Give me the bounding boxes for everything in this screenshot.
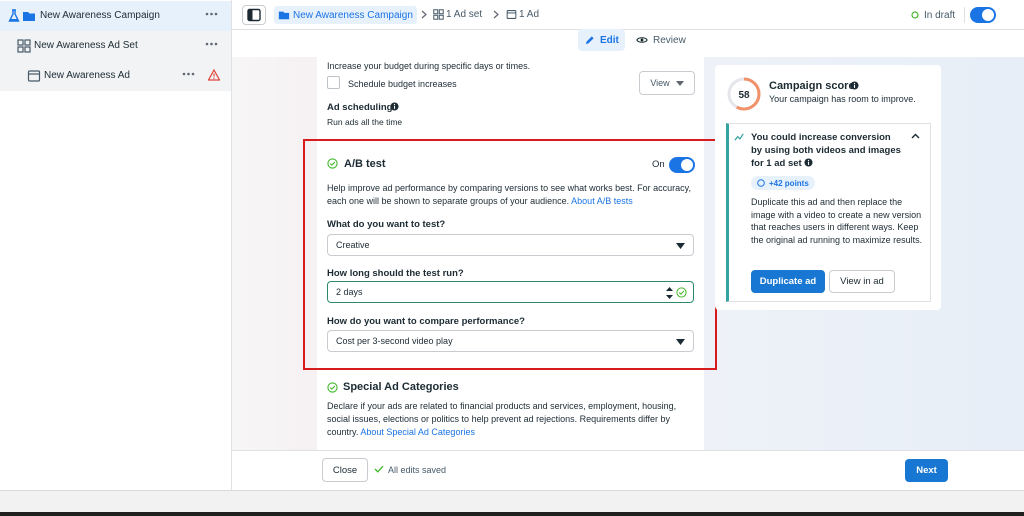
campaign-score-subtitle: Your campaign has room to improve. (769, 94, 916, 104)
chevron-up-icon[interactable] (911, 133, 920, 139)
toggle-panel-button[interactable] (242, 5, 266, 25)
trend-icon (734, 133, 744, 141)
ab-test-title: A/B test (344, 158, 386, 170)
ab-test-toggle[interactable] (669, 157, 695, 173)
compare-performance-select[interactable]: Cost per 3-second video play (327, 330, 694, 352)
recommendation-title: You could increase conversion by using b… (751, 132, 901, 169)
budget-description: Increase your budget during specific day… (327, 61, 531, 71)
tab-review-label: Review (653, 34, 686, 46)
folder-icon (23, 12, 35, 21)
ab-test-description-block: Help improve ad performance by comparing… (327, 182, 692, 208)
ad-icon (27, 70, 41, 82)
schedule-budget-label: Schedule budget increases (348, 79, 457, 89)
ab-test-toggle-label: On (652, 159, 665, 170)
grid-icon (17, 39, 31, 53)
special-categories-description-block: Declare if your ads are related to finan… (327, 400, 687, 439)
tree-item-campaign[interactable]: New Awareness Campaign (0, 1, 231, 31)
folder-icon (278, 11, 290, 20)
more-options-icon[interactable] (205, 11, 218, 17)
check-circle-icon (327, 382, 338, 393)
chevron-right-icon (493, 10, 499, 19)
grid-icon (433, 9, 444, 20)
ad-scheduling-value: Run ads all the time (327, 117, 403, 127)
draft-status-icon (911, 11, 919, 19)
tab-edit[interactable]: Edit (578, 29, 625, 51)
close-button[interactable]: Close (322, 458, 368, 482)
tree-item-adset[interactable]: New Awareness Ad Set (0, 31, 231, 61)
check-circle-icon (327, 158, 338, 169)
recommendation-title-block: You could increase conversion by using b… (751, 131, 901, 170)
checkmark-icon (374, 465, 384, 473)
ad-scheduling-title: Ad scheduling (327, 102, 393, 113)
check-circle-icon (676, 287, 687, 298)
tree-item-ad-label: New Awareness Ad (44, 70, 130, 81)
test-variable-select[interactable]: Creative (327, 234, 694, 256)
tree-item-ad[interactable]: New Awareness Ad (0, 61, 231, 91)
divider (964, 7, 965, 23)
more-options-icon[interactable] (182, 71, 195, 77)
view-dropdown-label: View (650, 78, 670, 88)
campaign-on-off-toggle[interactable] (970, 7, 996, 23)
points-badge-text: +42 points (769, 178, 809, 188)
window-bottom-strip (0, 490, 1024, 516)
breadcrumb-campaign[interactable]: New Awareness Campaign (274, 6, 417, 24)
sidebar-panel-icon (247, 8, 261, 22)
tree-item-adset-label: New Awareness Ad Set (34, 40, 138, 51)
ad-icon (506, 10, 517, 19)
info-icon[interactable] (390, 102, 399, 111)
about-ab-tests-link[interactable]: About A/B tests (571, 196, 633, 206)
pencil-icon (585, 35, 594, 44)
points-badge: +42 points (751, 176, 815, 190)
special-categories-title: Special Ad Categories (343, 381, 459, 393)
more-options-icon[interactable] (205, 41, 218, 47)
caret-down-icon (676, 339, 685, 345)
compare-performance-value: Cost per 3-second video play (336, 336, 453, 346)
duplicate-ad-button[interactable]: Duplicate ad (751, 270, 825, 293)
campaign-score-title: Campaign score (769, 80, 855, 92)
chevron-right-icon (421, 10, 427, 19)
info-icon[interactable] (804, 158, 813, 167)
tab-edit-label: Edit (600, 34, 619, 46)
caret-down-icon (676, 243, 685, 249)
about-special-categories-link[interactable]: About Special Ad Categories (360, 427, 475, 437)
taskbar-edge (0, 512, 1024, 516)
campaign-tree-sidebar: New Awareness Campaign New Awareness Ad … (0, 0, 232, 490)
view-in-ad-button[interactable]: View in ad (829, 270, 895, 293)
stepper-icon[interactable] (666, 286, 673, 300)
test-variable-value: Creative (336, 240, 370, 250)
warning-icon (208, 69, 220, 81)
compare-performance-label: How do you want to compare performance? (327, 316, 525, 327)
draft-status-text: In draft (924, 10, 956, 21)
score-gauge: 58 (727, 77, 761, 111)
test-variable-label: What do you want to test? (327, 219, 446, 230)
breadcrumb-campaign-label: New Awareness Campaign (293, 9, 413, 21)
save-status-text: All edits saved (388, 465, 447, 475)
schedule-budget-checkbox[interactable] (327, 76, 340, 89)
next-button[interactable]: Next (905, 459, 948, 482)
test-duration-input[interactable]: 2 days (327, 281, 694, 303)
caret-down-icon (675, 80, 684, 86)
score-value: 58 (738, 90, 750, 101)
tab-review[interactable]: Review (636, 29, 686, 51)
test-duration-label: How long should the test run? (327, 268, 464, 279)
view-dropdown-button[interactable]: View (639, 71, 695, 95)
recommendation-body: Duplicate this ad and then replace the i… (751, 197, 923, 245)
breadcrumb-ad[interactable]: 1 Ad (519, 9, 539, 20)
info-icon[interactable] (850, 81, 859, 90)
flask-icon (8, 9, 20, 22)
breadcrumb-adset[interactable]: 1 Ad set (446, 9, 482, 20)
tree-item-campaign-label: New Awareness Campaign (40, 10, 160, 21)
eye-icon (636, 37, 648, 43)
ab-test-description: Help improve ad performance by comparing… (327, 183, 691, 206)
test-duration-value: 2 days (336, 287, 363, 297)
points-icon (757, 179, 765, 187)
